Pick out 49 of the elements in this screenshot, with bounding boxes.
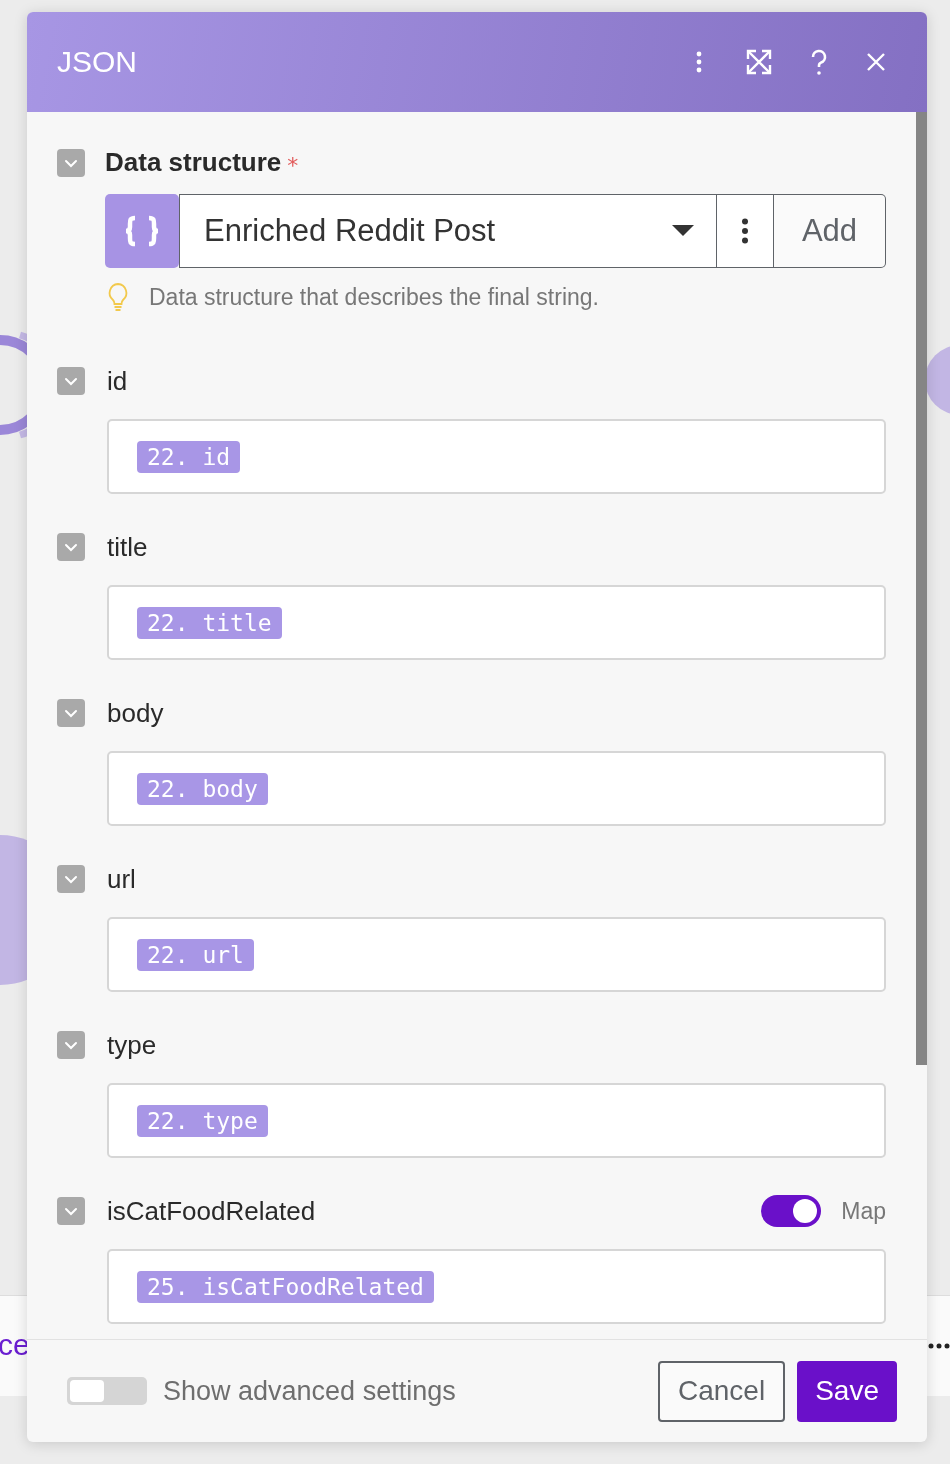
collapse-icon[interactable]: [57, 699, 85, 727]
caret-icon: [672, 225, 694, 237]
input-field[interactable]: 25. isCatFoodRelated: [107, 1249, 886, 1324]
toggle-switch[interactable]: [67, 1377, 147, 1405]
cancel-button[interactable]: Cancel: [658, 1360, 786, 1422]
input-field[interactable]: 22. url: [107, 917, 886, 992]
collapse-icon[interactable]: [57, 533, 85, 561]
more-button[interactable]: [716, 194, 774, 268]
expand-icon[interactable]: [745, 48, 773, 76]
required-mark: *: [287, 153, 299, 178]
help-icon[interactable]: [809, 48, 829, 76]
collapse-icon[interactable]: [57, 865, 85, 893]
collapse-icon[interactable]: [57, 1031, 85, 1059]
more-icon: [741, 218, 749, 244]
mapped-value-pill: 22. title: [137, 606, 282, 639]
input-field[interactable]: 22. id: [107, 419, 886, 494]
input-field[interactable]: 22. body: [107, 751, 886, 826]
mapped-value-pill: 22. body: [137, 772, 268, 805]
save-button[interactable]: Save: [797, 1360, 897, 1422]
input-field[interactable]: 22. type: [107, 1083, 886, 1158]
toggle-switch[interactable]: [761, 1195, 822, 1227]
canvas-label: ce: [0, 1328, 30, 1362]
scrollbar[interactable]: [916, 112, 927, 1065]
collapse-icon[interactable]: [57, 1197, 85, 1225]
braces-icon: [105, 194, 179, 268]
toggle-label: Map: [841, 1197, 886, 1225]
field-label: isCatFoodRelated: [107, 1195, 316, 1227]
field-label: url: [107, 863, 136, 895]
window-title: JSON: [57, 45, 137, 79]
more-icon: [928, 1343, 950, 1349]
field-label: title: [107, 531, 148, 563]
structure-dropdown[interactable]: Enriched Reddit Post: [179, 194, 716, 268]
hint-text: Data structure that describes the final string.: [149, 283, 599, 311]
input-field[interactable]: 22. title: [107, 585, 886, 660]
add-button[interactable]: Add: [774, 194, 886, 268]
field-label: id: [107, 365, 128, 397]
mapped-value-pill: 22. type: [137, 1104, 268, 1137]
mapped-value-pill: 22. id: [137, 440, 241, 473]
field-label: Data structure: [105, 147, 282, 178]
close-icon[interactable]: [865, 51, 887, 73]
field-label: type: [107, 1029, 157, 1061]
collapse-icon[interactable]: [57, 367, 85, 395]
mapped-value-pill: 25. isCatFoodRelated: [137, 1270, 434, 1303]
collapse-icon[interactable]: [57, 148, 85, 177]
lightbulb-icon: [107, 282, 129, 312]
field-label: body: [107, 697, 164, 729]
node-drawing: [925, 345, 950, 415]
mapped-value-pill: 22. url: [137, 938, 254, 971]
toggle-label: Show advanced settings: [163, 1375, 456, 1407]
